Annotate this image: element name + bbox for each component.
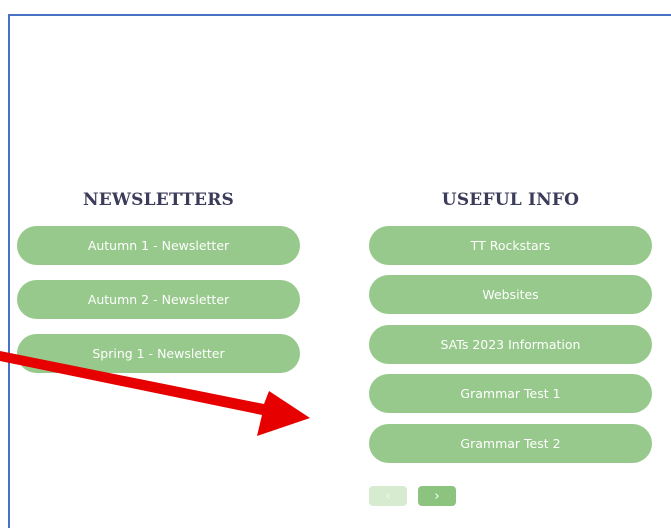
useful-info-button-websites[interactable]: Websites <box>369 275 652 314</box>
useful-info-heading: USEFUL INFO <box>441 190 580 210</box>
useful-info-button-grammar-test-2[interactable]: Grammar Test 2 <box>369 424 652 463</box>
carousel-prev-button[interactable]: ‹ <box>369 486 407 506</box>
useful-info-button-sats-2023[interactable]: SATs 2023 Information <box>369 325 652 364</box>
newsletter-button-autumn-1[interactable]: Autumn 1 - Newsletter <box>17 226 300 265</box>
chevron-right-icon: › <box>434 488 440 504</box>
carousel-next-button[interactable]: › <box>418 486 456 506</box>
chevron-left-icon: ‹ <box>385 488 391 504</box>
useful-info-button-grammar-test-1[interactable]: Grammar Test 1 <box>369 374 652 413</box>
useful-info-button-tt-rockstars[interactable]: TT Rockstars <box>369 226 652 265</box>
newsletter-button-autumn-2[interactable]: Autumn 2 - Newsletter <box>17 280 300 319</box>
newsletter-button-spring-1[interactable]: Spring 1 - Newsletter <box>17 334 300 373</box>
newsletters-heading: NEWSLETTERS <box>82 190 235 210</box>
